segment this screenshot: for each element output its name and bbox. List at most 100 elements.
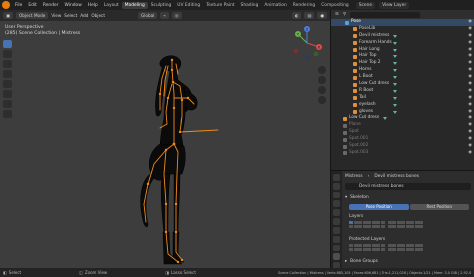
layer-toggle[interactable] [405,224,410,228]
outliner-row[interactable]: eyelash ◉ [331,102,474,109]
layer-toggle[interactable] [419,247,423,251]
layer-toggle[interactable] [358,244,362,247]
layer-toggle[interactable] [405,247,410,251]
visibility-eye-icon[interactable]: ◉ [468,88,472,95]
menu-file[interactable]: File [12,3,25,8]
layer-toggle[interactable] [371,224,376,228]
visibility-eye-icon[interactable]: ◉ [468,47,472,54]
snap-icon[interactable]: ⌁ [160,12,169,19]
layer-toggle[interactable] [387,244,392,247]
visibility-eye-icon[interactable]: ◉ [468,136,472,143]
layer-toggle[interactable] [376,244,380,247]
menu-object[interactable]: Object [91,13,105,18]
menu-select[interactable]: Select [64,13,77,18]
breadcrumb-armature[interactable]: Devil mistress bones [374,174,419,179]
view-layer-tab-icon[interactable] [333,200,340,208]
layer-toggle[interactable] [349,244,353,247]
layer-toggle[interactable] [380,221,385,224]
tab-rendering[interactable]: Rendering [290,2,318,9]
visibility-eye-icon[interactable]: ◉ [468,95,472,102]
visibility-eye-icon[interactable]: ◉ [468,67,472,74]
render-tab-icon[interactable] [333,182,340,190]
layer-toggle[interactable] [392,224,396,228]
layer-toggle[interactable] [367,247,371,251]
layer-toggle[interactable] [414,244,419,247]
modifier-tab-icon[interactable] [333,235,340,243]
breadcrumb-object[interactable]: Mistress [345,174,363,179]
layer-toggle[interactable] [349,221,353,224]
transform-orientation-dropdown[interactable]: Global [137,12,158,19]
layer-toggle[interactable] [362,221,367,224]
tool-tab-icon[interactable] [333,174,340,181]
layer-toggle[interactable] [414,224,419,228]
visibility-eye-icon[interactable]: ◉ [468,81,472,88]
layer-toggle[interactable] [396,247,401,251]
layer-toggle[interactable] [392,221,396,224]
cursor-tool[interactable] [3,50,12,58]
layer-toggle[interactable] [380,244,385,247]
layer-toggle[interactable] [410,247,414,251]
proportional-editing-icon[interactable]: ◎ [171,12,182,19]
pan-icon[interactable] [318,76,326,84]
3d-viewport[interactable]: ▣ Object Mode View Select Add Object Glo… [0,10,330,268]
layer-toggle[interactable] [362,224,367,228]
rotate-tool[interactable] [3,70,12,78]
menu-render[interactable]: Render [40,3,62,8]
outliner-row[interactable]: Spot.003 ◉ [331,150,474,157]
tab-compositing[interactable]: Compositing [318,2,352,9]
outliner-row[interactable]: Horns ◉ [331,67,474,74]
protected-layers-block-right[interactable] [387,244,423,251]
layer-toggle[interactable] [401,247,405,251]
layer-toggle[interactable] [410,244,414,247]
layer-toggle[interactable] [392,247,396,251]
layer-toggle[interactable] [371,221,376,224]
visibility-eye-icon[interactable]: ◉ [468,102,472,109]
outliner-row[interactable]: L Boot ◉ [331,74,474,81]
outliner-row[interactable]: Forearm Hands ◉ [331,40,474,47]
xray-icon[interactable]: ▤ [304,12,315,19]
tab-modeling[interactable]: Modeling [121,1,148,9]
layer-toggle[interactable] [367,224,371,228]
layer-toggle[interactable] [367,221,371,224]
outliner-row[interactable]: PoseLib ◉ [331,26,474,33]
shading-mode-icon[interactable]: ● [317,12,327,19]
layer-toggle[interactable] [401,244,405,247]
layer-toggle[interactable] [376,224,380,228]
layer-toggle[interactable] [419,244,423,247]
armature-datablock-field[interactable]: Devil mistress bones [345,183,471,190]
outliner-search-input[interactable] [350,11,421,18]
layer-toggle[interactable] [387,221,392,224]
protected-layers-block-left[interactable] [349,244,385,251]
menu-help[interactable]: Help [85,3,101,8]
outliner-row[interactable]: Hair Top ◉ [331,53,474,60]
pose-position-button[interactable]: Pose Position [349,204,409,210]
outliner-row[interactable]: Hair Long ◉ [331,47,474,54]
layer-toggle[interactable] [401,221,405,224]
layer-toggle[interactable] [371,244,376,247]
bone-layers-block-left[interactable] [349,221,385,228]
layer-toggle[interactable] [392,244,396,247]
outliner-editor-icon[interactable]: ☰ [335,12,339,17]
visibility-eye-icon[interactable]: ◉ [468,115,472,122]
visibility-eye-icon[interactable]: ◉ [468,74,472,81]
outliner-row[interactable]: Devil mistress ◉ [331,33,474,40]
camera-view-icon[interactable] [318,86,326,94]
layer-toggle[interactable] [349,247,353,251]
layer-toggle[interactable] [387,224,392,228]
layer-toggle[interactable] [376,247,380,251]
layer-toggle[interactable] [358,224,362,228]
outliner-row[interactable]: Low Cut dress ◉ [331,81,474,88]
layer-toggle[interactable] [362,247,367,251]
bone-layers-block-right[interactable] [387,221,423,228]
zoom-icon[interactable] [318,66,326,74]
layer-toggle[interactable] [376,221,380,224]
object-tab-icon[interactable] [333,226,340,234]
object-mode-dropdown[interactable]: Object Mode [15,12,49,19]
layer-toggle[interactable] [405,244,410,247]
visibility-eye-icon[interactable]: ◉ [468,40,472,47]
layer-toggle[interactable] [396,224,401,228]
skeleton-panel-header[interactable]: ▾ Skeleton [345,195,369,200]
outliner-row[interactable]: Hair Top 2 ◉ [331,60,474,67]
navigation-gizmo[interactable]: X Y Z [288,24,326,62]
layer-toggle[interactable] [358,221,362,224]
